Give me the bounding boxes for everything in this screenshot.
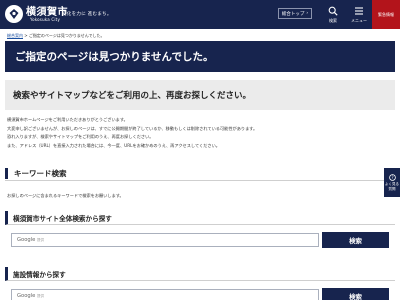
header-search-button[interactable]: 検索 bbox=[320, 0, 346, 29]
page-title: ご指定のページは見つかりませんでした。 bbox=[15, 51, 214, 63]
header-menu-button[interactable]: メニュー bbox=[346, 0, 372, 29]
search-guidance-text: 検索やサイトマップなどをご利用の上、再度お探しください。 bbox=[13, 91, 252, 101]
facility-search-heading: 施設情報から探す bbox=[5, 267, 395, 281]
message-line: 恐れ入りますが、検索やサイトマップをご利用のうえ、再度お探しください。 bbox=[7, 134, 154, 140]
emergency-info-button[interactable]: 緊急情報 bbox=[372, 0, 400, 29]
facility-search-button[interactable]: 検索 bbox=[322, 288, 389, 300]
google-watermark: Google 提供 bbox=[17, 293, 44, 299]
breadcrumb-separator: > bbox=[24, 33, 28, 38]
message-line: また、アドレス（URL）を直接入力された場合には、今一度、URLをお確かめのうえ… bbox=[7, 142, 220, 148]
search-guidance-banner: 検索やサイトマップなどをご利用の上、再度お探しください。 bbox=[5, 80, 395, 110]
page-title-banner: ご指定のページは見つかりませんでした。 bbox=[5, 41, 395, 72]
not-found-message: 横須賀市ホームページをご利用いただきありがとうございます。 大変申し訳ございませ… bbox=[7, 116, 257, 150]
question-bubble-icon: ? bbox=[388, 174, 396, 181]
site-search-heading-text: 横須賀市サイト全体検索から探す bbox=[13, 215, 112, 223]
site-header: 横須賀市 Yokosuka City 変化を力に 進むまち。 総合トップ › 検… bbox=[0, 0, 400, 29]
message-line: 横須賀市ホームページをご利用いただきありがとうございます。 bbox=[7, 117, 128, 122]
site-search-input[interactable]: Google 提供 bbox=[11, 233, 319, 247]
chevron-right-icon: › bbox=[306, 11, 309, 16]
header-menu-label: メニュー bbox=[351, 17, 367, 23]
city-name-english: Yokosuka City bbox=[30, 17, 61, 22]
google-watermark: Google 提供 bbox=[17, 237, 44, 243]
city-emblem-icon[interactable] bbox=[5, 5, 23, 23]
emergency-info-label: 緊急情報 bbox=[378, 11, 394, 17]
svg-text:?: ? bbox=[391, 175, 393, 180]
keyword-search-heading: キーワード検索 bbox=[5, 167, 395, 181]
breadcrumb-current: ご指定のページは見つかりませんでした。 bbox=[28, 33, 105, 38]
top-button-label: 総合トップ bbox=[281, 11, 305, 17]
message-line: 大変申し訳ございませんが、お探しのページは、すでに公開期間が終了しているか、移動… bbox=[7, 125, 258, 131]
faq-label-line1: よく見る bbox=[385, 181, 399, 186]
heading-accent-bar bbox=[5, 168, 8, 179]
faq-floating-button[interactable]: ? よく見る 質問 bbox=[384, 168, 400, 197]
facility-search-input[interactable]: Google 提供 bbox=[11, 289, 319, 300]
faq-label-line2: 質問 bbox=[388, 187, 396, 191]
header-search-label: 検索 bbox=[329, 17, 337, 23]
facility-search-heading-text: 施設情報から探す bbox=[13, 271, 66, 279]
hamburger-menu-icon bbox=[355, 6, 363, 15]
breadcrumb: 総合案内 > ご指定のページは見つかりませんでした。 bbox=[7, 33, 105, 39]
breadcrumb-home-link[interactable]: 総合案内 bbox=[7, 33, 23, 38]
keyword-search-heading-text: キーワード検索 bbox=[14, 169, 67, 178]
search-icon bbox=[328, 6, 338, 16]
city-tagline: 変化を力に 進むまち。 bbox=[62, 12, 112, 17]
site-search-heading: 横須賀市サイト全体検索から探す bbox=[5, 211, 395, 225]
general-top-button[interactable]: 総合トップ › bbox=[278, 8, 312, 19]
keyword-search-description: お探しのページに含まれるキーワードで検索をお願いします。 bbox=[7, 193, 124, 198]
site-search-button[interactable]: 検索 bbox=[322, 232, 389, 248]
